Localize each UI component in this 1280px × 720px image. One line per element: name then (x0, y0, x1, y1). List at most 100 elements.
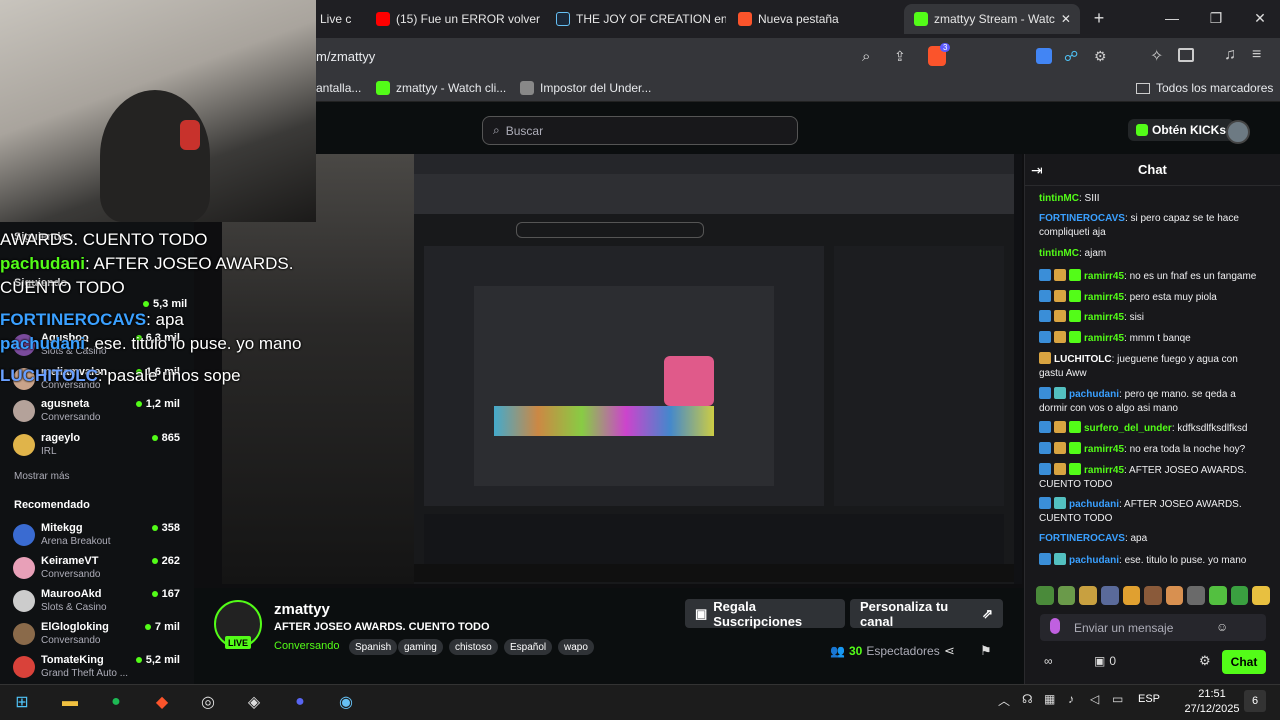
emote-icon[interactable] (1057, 586, 1076, 605)
maximize-icon[interactable]: ❐ (1194, 0, 1238, 36)
chat-username[interactable]: FORTINEROCAVS (1039, 533, 1125, 544)
network-icon[interactable]: ▭ (1112, 692, 1123, 706)
chat-username[interactable]: ramirr45 (1084, 292, 1124, 303)
chat-username[interactable]: ramirr45 (1084, 312, 1124, 323)
clock[interactable]: 21:51 27/12/2025 (1182, 687, 1242, 717)
chat-username[interactable]: surfero_del_under (1084, 423, 1172, 434)
streamer-name[interactable]: zmattyy (274, 601, 330, 618)
language-indicator[interactable]: ESP (1138, 693, 1160, 705)
chat-send-button[interactable]: Chat (1222, 650, 1266, 674)
file-explorer-icon[interactable]: ▬ (58, 690, 82, 714)
new-tab-button[interactable]: + (1084, 0, 1114, 36)
viewer-number: 30 (848, 644, 863, 658)
sidebar-item-recommended[interactable]: TomateKing Grand Theft Auto ... 5,2 mil (10, 654, 192, 686)
emote-icon[interactable] (1165, 586, 1184, 605)
gift-subs-button[interactable]: ▣ Regala Suscripciones (685, 599, 845, 629)
chat-username[interactable]: tintinMC (1039, 248, 1079, 259)
brave-taskbar-icon[interactable]: ◆ (150, 690, 174, 714)
volume-icon[interactable]: ◁ (1090, 692, 1099, 706)
obs-icon[interactable]: ◎ (196, 690, 220, 714)
user-avatar[interactable] (1226, 120, 1250, 144)
emote-icon[interactable] (1144, 586, 1162, 605)
notifications-button[interactable]: 6 (1244, 690, 1266, 712)
share-icon[interactable]: ⋖ (944, 643, 955, 659)
collapse-chat-icon[interactable]: ⇥ (1031, 162, 1043, 179)
sidebar-item-following[interactable]: agusneta Conversando 1,2 mil (10, 398, 192, 430)
tab-youtube[interactable]: (15) Fue un ERROR volver (366, 4, 546, 34)
steam-taskbar-icon[interactable]: ◉ (334, 690, 358, 714)
windows-start-icon[interactable]: ⊞ (10, 690, 34, 714)
app-icon[interactable]: ◈ (242, 690, 266, 714)
mic-icon[interactable] (1050, 618, 1060, 634)
chat-username[interactable]: ramirr45 (1084, 444, 1124, 455)
chat-username[interactable]: pachudani (1069, 389, 1119, 400)
bookmark-zmattyy[interactable]: zmattyy - Watch cli... (376, 81, 506, 95)
customize-channel-button[interactable]: Personaliza tu canal ⇗ (850, 599, 1003, 629)
sidebar-item-recommended[interactable]: ElGlogloking Conversando 7 mil (10, 621, 192, 653)
emote-picker-icon[interactable]: ☺ (1216, 620, 1228, 634)
all-bookmarks[interactable]: Todos los marcadores (1136, 81, 1273, 95)
kicks-icon[interactable]: ∞ (1044, 654, 1053, 668)
bookmark-pantalla[interactable]: antalla... (316, 81, 361, 95)
search-input[interactable]: ⌕ Buscar (482, 116, 798, 145)
tag[interactable]: Spanish (349, 639, 398, 655)
tray-app-icon[interactable]: ▦ (1044, 692, 1055, 706)
tag[interactable]: Español (504, 639, 553, 655)
badge-icon (1069, 463, 1081, 475)
chat-username[interactable]: pachudani (1069, 555, 1119, 566)
url-field[interactable]: m/zmattyy (316, 49, 375, 64)
chat-username[interactable]: ramirr45 (1084, 333, 1124, 344)
zoom-search-icon[interactable]: ⌕ (862, 48, 870, 65)
minimize-icon[interactable]: — (1150, 0, 1194, 36)
chat-username[interactable]: ramirr45 (1084, 465, 1124, 476)
emote-icon[interactable] (1100, 586, 1119, 605)
microphone-icon[interactable]: ♪ (1068, 692, 1074, 706)
emote-icon[interactable] (1122, 586, 1141, 605)
chat-username[interactable]: pachudani (1069, 499, 1119, 510)
chat-username[interactable]: ramirr45 (1084, 271, 1124, 282)
spotify-icon[interactable]: ● (104, 690, 128, 714)
emote-icon[interactable] (1209, 586, 1227, 605)
chat-username[interactable]: FORTINEROCAVS (1039, 213, 1125, 224)
tab-steam[interactable]: THE JOY OF CREATION en (546, 4, 726, 34)
share-icon[interactable]: ⇪ (894, 48, 906, 65)
sidebar-item-recommended[interactable]: Mitekgg Arena Breakout 358 (10, 522, 192, 554)
emote-icon[interactable] (1252, 586, 1271, 605)
emote-icon[interactable] (1079, 586, 1097, 605)
sidebar-item-recommended[interactable]: MaurooAkd Slots & Casino 167 (10, 588, 192, 620)
emote-icon[interactable] (1230, 586, 1249, 605)
media-icon[interactable]: ♫ (1224, 46, 1236, 64)
sidebar-item-following[interactable]: rageylo IRL 865 (10, 432, 192, 464)
close-tab-icon[interactable]: ✕ (1061, 12, 1071, 26)
tab-new-tab[interactable]: Nueva pestaña (728, 4, 898, 34)
tab-kick-live[interactable]: Live c (310, 4, 356, 34)
extension-icon[interactable]: ☍ (1064, 48, 1078, 65)
tab-kick-active[interactable]: zmattyy Stream - Watc ✕ (904, 4, 1080, 34)
translate-icon[interactable] (1036, 48, 1052, 64)
tag[interactable]: gaming (398, 639, 443, 655)
menu-icon[interactable]: ≡ (1252, 46, 1261, 64)
sidebar-toggle-icon[interactable] (1178, 48, 1194, 62)
extensions-puzzle-icon[interactable]: ✧ (1150, 46, 1163, 66)
chat-input[interactable]: Enviar un mensaje (1040, 614, 1266, 641)
obten-kicks-button[interactable]: Obtén KICKs (1128, 119, 1235, 141)
close-window-icon[interactable]: ✕ (1238, 0, 1280, 36)
discord-icon[interactable]: ● (288, 690, 312, 714)
headset-icon[interactable]: ☊ (1022, 692, 1033, 706)
chat-username[interactable]: LUCHITOLC (1054, 354, 1112, 365)
tray-chevron-icon[interactable]: ︿ (998, 692, 1010, 709)
stream-category[interactable]: Conversando (274, 640, 339, 652)
bookmark-impostor[interactable]: Impostor del Under... (520, 81, 651, 95)
tag[interactable]: wapo (558, 639, 594, 655)
show-more-link[interactable]: Mostrar más (14, 471, 70, 482)
gear-icon[interactable]: ⚙ (1199, 653, 1211, 669)
sidebar-item-recommended[interactable]: KeirameVT Conversando 262 (10, 555, 192, 587)
video-player[interactable] (222, 154, 1022, 584)
emote-icon[interactable] (1036, 586, 1054, 605)
user-options-icon[interactable]: ⚑ (980, 643, 992, 659)
steam-icon (556, 12, 570, 26)
chat-username[interactable]: tintinMC (1039, 193, 1079, 204)
gear-extension-icon[interactable]: ⚙ (1094, 48, 1107, 65)
tag[interactable]: chistoso (449, 639, 498, 655)
emote-icon[interactable] (1187, 586, 1206, 605)
